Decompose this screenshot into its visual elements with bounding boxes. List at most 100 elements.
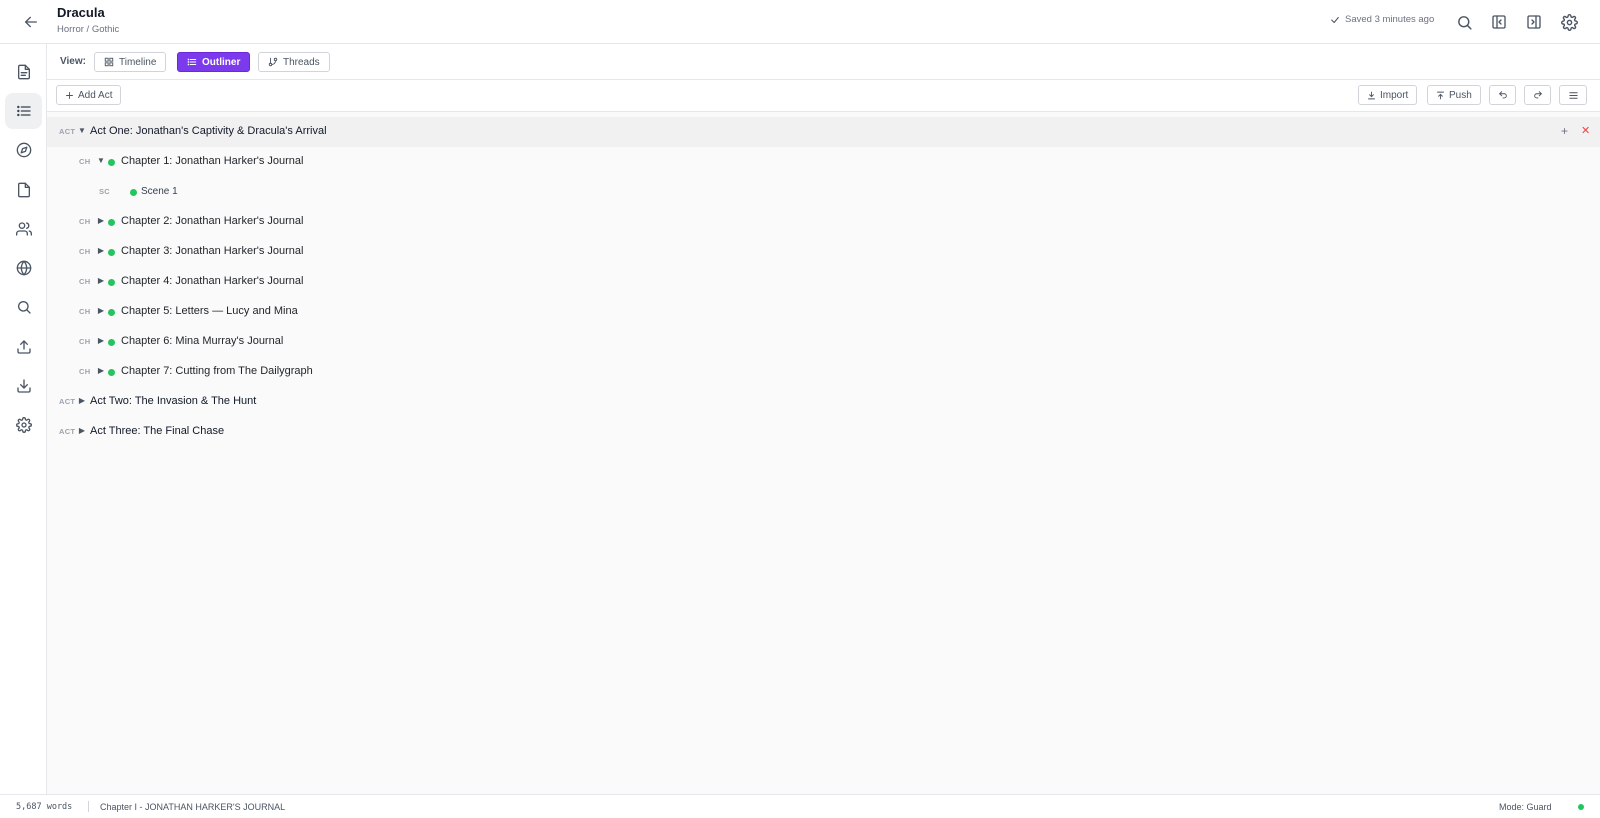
- caret-right-icon[interactable]: ▶: [97, 306, 105, 315]
- push-button[interactable]: Push: [1427, 85, 1481, 105]
- scene-tag: SC: [99, 187, 111, 196]
- outline-toolbar: Add Act Import Push: [47, 80, 1600, 112]
- plus-icon: [65, 91, 74, 100]
- act-row[interactable]: ACT ▼ Act One: Jonathan's Captivity & Dr…: [47, 117, 1600, 147]
- add-act-button[interactable]: Add Act: [56, 85, 122, 105]
- act-row[interactable]: ACT ▶ Act Two: The Invasion & The Hunt: [47, 387, 1600, 417]
- search-icon[interactable]: [1453, 11, 1475, 33]
- chapter-row[interactable]: CH ▶ Chapter 6: Mina Murray's Journal: [47, 327, 1600, 357]
- caret-right-icon[interactable]: ▶: [97, 216, 105, 225]
- save-status-text: Saved 3 minutes ago: [1345, 14, 1435, 25]
- add-chapter-plus-icon[interactable]: +: [1561, 124, 1568, 138]
- caret-right-icon[interactable]: ▶: [78, 426, 86, 435]
- caret-right-icon[interactable]: ▶: [97, 246, 105, 255]
- connection-status-dot: [1578, 804, 1584, 810]
- delete-act-close-icon[interactable]: ✕: [1581, 124, 1590, 137]
- import-label: Import: [1380, 89, 1409, 101]
- threads-view-button[interactable]: Threads: [258, 52, 330, 72]
- chapter-tag: CH: [79, 337, 91, 346]
- status-dot: [130, 189, 137, 196]
- chapter-title[interactable]: Chapter 7: Cutting from The Dailygraph: [121, 365, 313, 377]
- redo-icon: [1533, 90, 1543, 100]
- timeline-view-label: Timeline: [119, 56, 157, 68]
- chapter-tag: CH: [79, 307, 91, 316]
- document-title: Dracula: [57, 5, 105, 20]
- undo-button[interactable]: [1489, 85, 1516, 105]
- chapter-row[interactable]: CH ▶ Chapter 5: Letters — Lucy and Mina: [47, 297, 1600, 327]
- caret-right-icon[interactable]: ▶: [97, 366, 105, 375]
- import-button[interactable]: Import: [1358, 85, 1418, 105]
- act-tag: ACT: [59, 427, 76, 436]
- top-header: Dracula Horror / Gothic Saved 3 minutes …: [0, 0, 1600, 44]
- globe-icon[interactable]: [5, 250, 42, 286]
- status-dot: [108, 159, 115, 166]
- mode-indicator[interactable]: Mode: Guard: [1499, 802, 1552, 812]
- caret-down-icon[interactable]: ▼: [97, 156, 105, 165]
- save-status: Saved 3 minutes ago: [1330, 14, 1434, 25]
- status-bar: 5,687 words Chapter I - JONATHAN HARKER'…: [0, 794, 1600, 818]
- outline-list-icon[interactable]: [5, 93, 42, 129]
- add-act-label: Add Act: [78, 89, 113, 101]
- grid-icon: [104, 57, 114, 67]
- chapter-title[interactable]: Chapter 3: Jonathan Harker's Journal: [121, 245, 303, 257]
- document-icon[interactable]: [5, 54, 42, 90]
- caret-down-icon[interactable]: ▼: [78, 126, 86, 135]
- chapter-title[interactable]: Chapter 1: Jonathan Harker's Journal: [121, 155, 303, 167]
- scene-title[interactable]: Scene 1: [141, 186, 178, 197]
- caret-right-icon[interactable]: ▶: [78, 396, 86, 405]
- chapter-row[interactable]: CH ▼ Chapter 1: Jonathan Harker's Journa…: [47, 147, 1600, 177]
- list-icon: [187, 57, 197, 67]
- view-bar: View: Timeline Outliner Threads: [47, 44, 1600, 80]
- push-label: Push: [1449, 89, 1472, 101]
- download-icon[interactable]: [5, 368, 42, 404]
- redo-button[interactable]: [1524, 85, 1551, 105]
- undo-icon: [1498, 90, 1508, 100]
- status-dot: [108, 309, 115, 316]
- chapter-row[interactable]: CH ▶ Chapter 3: Jonathan Harker's Journa…: [47, 237, 1600, 267]
- menu-button[interactable]: [1559, 85, 1587, 105]
- chapter-title[interactable]: Chapter 2: Jonathan Harker's Journal: [121, 215, 303, 227]
- outliner-tree: ACT ▼ Act One: Jonathan's Captivity & Dr…: [47, 112, 1600, 794]
- chapter-title[interactable]: Chapter 5: Letters — Lucy and Mina: [121, 305, 298, 317]
- view-label: View:: [60, 56, 86, 67]
- timeline-view-button[interactable]: Timeline: [94, 52, 167, 72]
- checkmark-icon: [1330, 15, 1340, 25]
- status-dot: [108, 279, 115, 286]
- chapter-title[interactable]: Chapter 6: Mina Murray's Journal: [121, 335, 283, 347]
- chapter-row[interactable]: CH ▶ Chapter 7: Cutting from The Dailygr…: [47, 357, 1600, 387]
- status-dot: [108, 249, 115, 256]
- threads-view-label: Threads: [283, 56, 320, 68]
- act-title[interactable]: Act Three: The Final Chase: [90, 425, 224, 437]
- chapter-tag: CH: [79, 277, 91, 286]
- upload-icon[interactable]: [5, 329, 42, 365]
- act-tag: ACT: [59, 127, 76, 136]
- act-tag: ACT: [59, 397, 76, 406]
- settings-gear-icon[interactable]: [1558, 11, 1580, 33]
- chapter-tag: CH: [79, 367, 91, 376]
- word-count: 5,687 words: [16, 802, 73, 812]
- scene-row[interactable]: SC Scene 1: [47, 177, 1600, 207]
- status-divider: [88, 801, 89, 812]
- file-icon[interactable]: [5, 172, 42, 208]
- outliner-view-button[interactable]: Outliner: [177, 52, 251, 72]
- toggle-right-panel-icon[interactable]: [1523, 11, 1545, 33]
- left-sidebar: [0, 44, 47, 794]
- outliner-view-label: Outliner: [202, 56, 241, 68]
- act-title[interactable]: Act Two: The Invasion & The Hunt: [90, 395, 256, 407]
- act-row[interactable]: ACT ▶ Act Three: The Final Chase: [47, 417, 1600, 447]
- chapter-title[interactable]: Chapter 4: Jonathan Harker's Journal: [121, 275, 303, 287]
- chapter-row[interactable]: CH ▶ Chapter 2: Jonathan Harker's Journa…: [47, 207, 1600, 237]
- compass-icon[interactable]: [5, 132, 42, 168]
- users-icon[interactable]: [5, 211, 42, 247]
- caret-right-icon[interactable]: ▶: [97, 276, 105, 285]
- settings-icon[interactable]: [5, 407, 42, 443]
- chapter-tag: CH: [79, 247, 91, 256]
- act-title[interactable]: Act One: Jonathan's Captivity & Dracula'…: [90, 125, 327, 137]
- search-icon[interactable]: [5, 289, 42, 325]
- branch-icon: [268, 57, 278, 67]
- chapter-row[interactable]: CH ▶ Chapter 4: Jonathan Harker's Journa…: [47, 267, 1600, 297]
- back-arrow-icon[interactable]: [20, 11, 42, 33]
- caret-right-icon[interactable]: ▶: [97, 336, 105, 345]
- chapter-tag: CH: [79, 157, 91, 166]
- toggle-left-panel-icon[interactable]: [1488, 11, 1510, 33]
